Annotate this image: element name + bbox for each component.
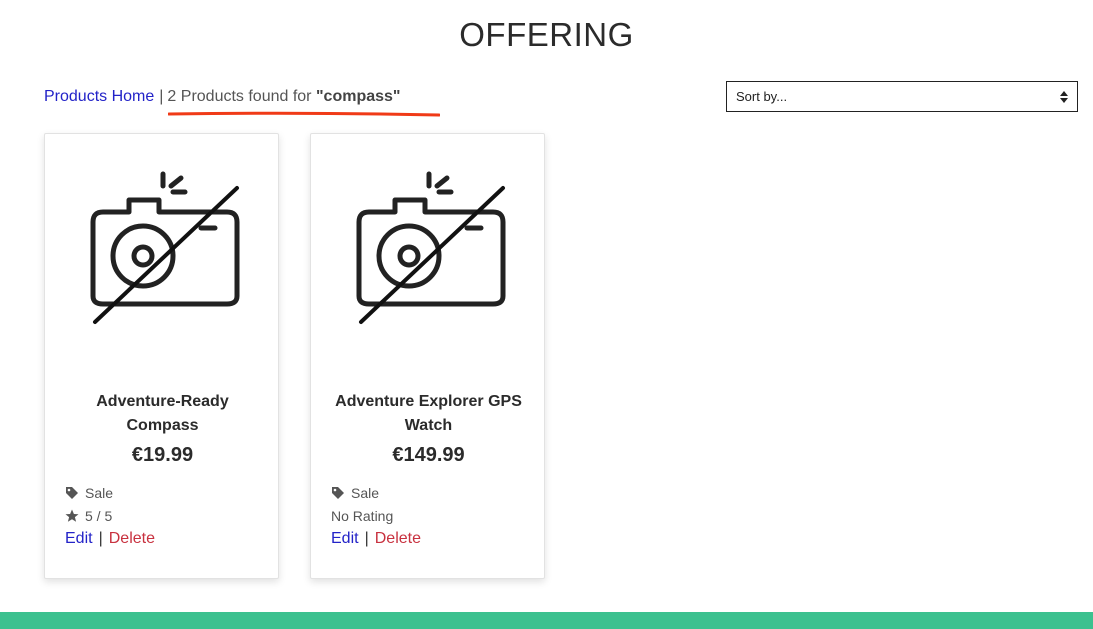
no-image-camera-icon [90,171,240,324]
breadcrumb-separator: | [159,88,164,105]
products-home-link[interactable]: Products Home [44,88,154,106]
star-icon [65,509,79,522]
annotation-underline [168,111,440,117]
product-tag: Sale [65,485,113,501]
product-price: €149.99 [392,444,465,466]
action-separator: | [98,530,103,547]
product-name[interactable]: Adventure Explorer GPS Watch [325,390,532,438]
product-rating-value: 5 / 5 [85,508,113,524]
product-rating: 5 / 5 [65,508,112,524]
product-price: €19.99 [131,444,194,466]
sort-select[interactable]: Sort by... [726,81,1078,112]
footer-band [0,612,1093,629]
product-name[interactable]: Adventure-Ready Compass [59,390,266,438]
search-query: "compass" [315,88,401,105]
product-actions: Edit | Delete [331,530,421,548]
product-list: Adventure-Ready Compass €19.99 Sale 5 / … [44,133,545,579]
edit-link[interactable]: Edit [331,530,359,548]
sort-select-value: Sort by... [736,89,788,104]
product-tag: Sale [331,485,379,501]
delete-link[interactable]: Delete [375,530,421,548]
tag-icon [332,487,344,499]
select-arrows-icon [1060,90,1068,103]
breadcrumb: Products Home | 2 Products found for "co… [44,88,401,106]
product-rating: No Rating [331,508,393,524]
delete-link[interactable]: Delete [109,530,155,548]
product-actions: Edit | Delete [65,530,155,548]
no-image-camera-icon [356,171,506,324]
product-card[interactable]: Adventure Explorer GPS Watch €149.99 Sal… [310,133,545,579]
page-title: OFFERING [459,16,634,53]
product-rating-value: No Rating [331,508,394,524]
product-card[interactable]: Adventure-Ready Compass €19.99 Sale 5 / … [44,133,279,579]
edit-link[interactable]: Edit [65,530,93,548]
result-count-text: 2 Products found for [167,88,312,105]
product-tag-label: Sale [351,485,380,501]
product-tag-label: Sale [85,485,114,501]
page: OFFERING Products Home | 2 Products foun… [0,0,1093,629]
action-separator: | [364,530,369,547]
tag-icon [66,487,78,499]
